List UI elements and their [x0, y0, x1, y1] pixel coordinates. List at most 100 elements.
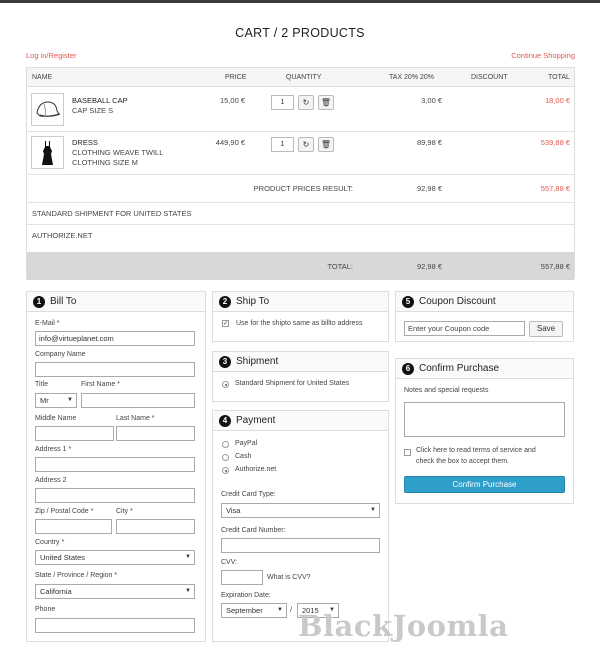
item-price: 15,00 €: [219, 96, 245, 105]
refresh-icon[interactable]: ↻: [298, 95, 314, 110]
confirm-purchase-button[interactable]: Confirm Purchase: [404, 476, 565, 493]
cc-number-label: Credit Card Number:: [221, 527, 286, 534]
col-name: NAME: [32, 74, 53, 81]
cash-radio[interactable]: [222, 454, 229, 461]
cap-icon[interactable]: [31, 93, 64, 126]
payment-panel: 4 Payment PayPal Cash Authorize.net Cred…: [212, 410, 389, 642]
country-label: Country *: [35, 539, 65, 546]
same-address-checkbox[interactable]: ✓: [222, 320, 229, 327]
last-name-label: Last Name *: [116, 415, 155, 422]
paypal-radio[interactable]: [222, 441, 229, 448]
item-detail: CLOTHING WEAVE TWILL: [72, 148, 164, 157]
step-number: 2: [219, 296, 231, 308]
cvv-field[interactable]: [221, 570, 263, 585]
company-label: Company Name: [35, 351, 86, 358]
zip-label: Zip / Postal Code *: [35, 508, 94, 515]
middle-name-field[interactable]: [35, 426, 114, 441]
result-total: 557,88 €: [540, 184, 570, 193]
panel-title: Bill To: [50, 296, 77, 307]
address2-field[interactable]: [35, 488, 195, 503]
exp-month-select[interactable]: September ▼: [221, 603, 287, 618]
total-row: TOTAL: 92,98 € 557,88 €: [27, 252, 574, 280]
authorize-net-label: Authorize.net: [235, 466, 277, 473]
cart-header-row: NAME PRICE QUANTITY TAX 20% 20% DISCOUNT…: [27, 68, 574, 87]
panel-header: 4 Payment: [213, 411, 388, 431]
last-name-field[interactable]: [116, 426, 195, 441]
col-price: PRICE: [225, 74, 247, 81]
chevron-down-icon: ▼: [185, 588, 191, 594]
col-total: TOTAL: [548, 74, 570, 81]
expiration-label: Expiration Date:: [221, 592, 271, 599]
shipment-panel: 3 Shipment Standard Shipment for United …: [212, 351, 389, 402]
address1-field[interactable]: [35, 457, 195, 472]
coupon-panel: 5 Coupon Discount Enter your Coupon code…: [395, 291, 574, 342]
divider: [27, 131, 574, 132]
item-name[interactable]: DRESS: [72, 138, 98, 147]
dress-icon[interactable]: [31, 136, 64, 169]
cc-number-field[interactable]: [221, 538, 380, 553]
state-label: State / Province / Region *: [35, 572, 118, 579]
coupon-save-button[interactable]: Save: [529, 321, 563, 337]
company-field[interactable]: [35, 362, 195, 377]
country-select[interactable]: United States ▼: [35, 550, 195, 565]
step-number: 4: [219, 415, 231, 427]
address1-label: Address 1 *: [35, 446, 72, 453]
result-tax: 92,98 €: [416, 184, 442, 193]
watermark-text: BlackJoomla: [298, 609, 509, 643]
title-select[interactable]: Mr ▼: [35, 393, 77, 408]
refresh-icon[interactable]: ↻: [298, 137, 314, 152]
chevron-down-icon: ▼: [370, 507, 376, 513]
title-label: Title: [35, 381, 48, 388]
coupon-input[interactable]: Enter your Coupon code: [404, 321, 525, 336]
result-label: PRODUCT PRICES RESULT:: [253, 184, 353, 193]
cart-table: NAME PRICE QUANTITY TAX 20% 20% DISCOUNT…: [26, 67, 575, 280]
cvv-help-link[interactable]: What is CVV?: [267, 574, 311, 581]
item-detail: CAP SIZE S: [72, 106, 114, 115]
cc-type-select[interactable]: Visa ▼: [221, 503, 380, 518]
exp-month-value: September: [226, 606, 263, 615]
delete-icon[interactable]: 🗑: [318, 95, 334, 110]
continue-shopping-link[interactable]: Continue Shopping: [511, 51, 575, 60]
first-name-field[interactable]: [81, 393, 195, 408]
col-discount: DISCOUNT: [471, 74, 508, 81]
email-label: E-Mail *: [35, 320, 60, 327]
phone-label: Phone: [35, 606, 56, 613]
email-field[interactable]: info@virtueplanet.com: [35, 331, 195, 346]
cc-type-label: Credit Card Type:: [221, 491, 276, 498]
tos-checkbox[interactable]: [404, 449, 411, 456]
col-quantity: QUANTITY: [286, 74, 322, 81]
item-name[interactable]: BASEBALL CAP: [72, 96, 128, 105]
notes-label: Notes and special requests: [404, 387, 489, 394]
divider: [27, 174, 574, 175]
tos-link[interactable]: Click here to read terms of service and: [416, 447, 536, 454]
middle-name-label: Middle Name: [35, 415, 77, 422]
panel-title: Coupon Discount: [419, 296, 496, 307]
tos-text: check the box to accept them.: [416, 458, 509, 465]
phone-field[interactable]: [35, 618, 195, 633]
delete-icon[interactable]: 🗑: [318, 137, 334, 152]
col-tax: TAX 20% 20%: [389, 74, 435, 81]
chevron-down-icon: ▼: [67, 397, 73, 403]
notes-textarea[interactable]: [404, 402, 565, 437]
exp-separator: /: [290, 607, 292, 614]
total-total: 557,88 €: [540, 262, 570, 271]
state-select[interactable]: California ▼: [35, 584, 195, 599]
authorize-net-radio[interactable]: [222, 467, 229, 474]
shipment-option-label: Standard Shipment for United States: [235, 380, 350, 387]
top-bar: [0, 0, 600, 3]
shipment-radio[interactable]: [222, 381, 229, 388]
chevron-down-icon: ▼: [277, 607, 283, 613]
state-value: California: [40, 587, 72, 596]
panel-header: 1 Bill To: [27, 292, 205, 312]
paypal-label: PayPal: [235, 440, 258, 447]
quantity-input[interactable]: 1: [271, 95, 294, 110]
zip-field[interactable]: [35, 519, 112, 534]
total-tax: 92,98 €: [416, 262, 442, 271]
item-price: 449,90 €: [215, 138, 245, 147]
login-register-link[interactable]: Log in/Register: [26, 51, 76, 60]
quantity-input[interactable]: 1: [271, 137, 294, 152]
cvv-label: CVV:: [221, 559, 238, 566]
city-field[interactable]: [116, 519, 195, 534]
panel-header: 6 Confirm Purchase: [396, 359, 573, 379]
address2-label: Address 2: [35, 477, 67, 484]
